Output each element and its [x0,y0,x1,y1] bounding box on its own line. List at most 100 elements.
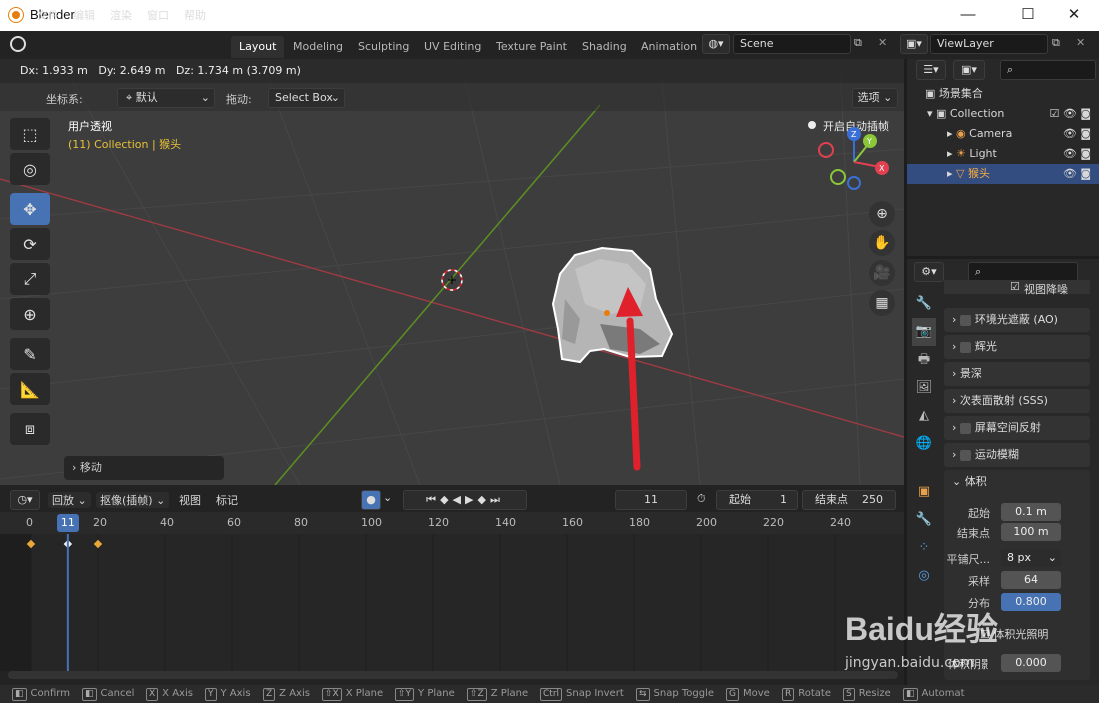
options-dropdown[interactable]: 选项 ⌄ [852,88,898,108]
annotate-tool-icon[interactable]: ✎ [10,338,50,370]
outliner-display-mode-icon[interactable]: ▣▾ [953,60,985,80]
menu-help[interactable]: 帮助 [184,7,206,23]
scale-tool-icon[interactable]: ⤢ [10,263,50,295]
close-button[interactable]: ✕ [1064,5,1084,25]
timeline-scrollbar[interactable] [8,671,898,679]
visibility-toggles[interactable]: 👁 ◙ [1063,164,1091,184]
panel-bloom[interactable]: › 辉光 [944,335,1090,359]
properties-search-input[interactable]: ⌕ [968,262,1078,282]
outliner-row-collection[interactable]: ▾ ▣ Collection ☑ 👁 ◙ [907,104,1099,124]
transform-tool-icon[interactable]: ⊕ [10,298,50,330]
ortho-grid-icon[interactable]: ▦ [869,290,895,316]
denoise-row[interactable]: ☑ 视图降噪 [944,280,1090,296]
axis-gizmo[interactable]: Z Y X [810,124,900,194]
stopwatch-icon[interactable]: ⏱ [697,492,706,506]
scene-tab-icon[interactable]: ◭ [912,402,936,430]
panel-ssr[interactable]: › 屏幕空间反射 [944,416,1090,440]
monkey-mesh[interactable] [551,246,674,364]
rotate-tool-icon[interactable]: ⟳ [10,228,50,260]
world-tab-icon[interactable]: 🌐 [912,430,936,458]
playback-controls[interactable]: ⏮◆◀▶◆⏭ [403,490,527,510]
timeline-view-menu[interactable]: 视图 [179,492,201,508]
viewlayer-browse-icon[interactable]: ▣▾ [900,34,928,54]
scene-browse-icon[interactable]: ◍▾ [702,34,730,54]
play-reverse-icon[interactable]: ◀ [453,493,465,506]
jump-end-icon[interactable]: ⏭ [490,493,504,506]
viewlayer-remove-icon[interactable]: ✕ [1076,36,1085,49]
viewlayer-copy-icon[interactable]: ⧉ [1052,36,1060,50]
cursor-tool-icon[interactable]: ◎ [10,153,50,185]
denoise-checkbox[interactable]: ☑ [1010,280,1020,293]
menu-window[interactable]: 窗口 [147,7,169,23]
viewlayer-name-field[interactable]: ViewLayer [930,34,1048,54]
outliner-editor-type-icon[interactable]: ☰▾ [916,60,946,80]
current-frame-field[interactable]: 11 [615,490,687,510]
tab-animation[interactable]: Animation [633,36,705,58]
tab-texture-paint[interactable]: Texture Paint [488,36,575,58]
outliner-row-monkey[interactable]: ▸ ▽ 猴头 👁 ◙ [907,164,1099,184]
prev-keyframe-icon[interactable]: ◆ [440,493,452,506]
tab-sculpting[interactable]: Sculpting [350,36,417,58]
camera-view-icon[interactable]: 🎥 [869,260,895,286]
minimize-button[interactable]: — [958,5,978,25]
render-tab-icon[interactable]: 📷 [912,318,936,346]
zoom-icon[interactable]: ⊕ [869,201,895,227]
panel-volumetrics-label[interactable]: 体积 [965,475,987,488]
coord-system-select[interactable]: ⌖ 默认 ⌄ [117,88,215,108]
panel-dof[interactable]: › 景深 [944,362,1090,386]
output-tab-icon[interactable]: 🖶 [912,346,936,374]
keying-menu[interactable]: 抠像(插帧) ⌄ [96,492,170,508]
measure-tool-icon[interactable]: 📐 [10,373,50,405]
keying-options-chevron-icon[interactable]: ⌄ [383,491,392,504]
jump-start-icon[interactable]: ⏮ [426,493,440,506]
visibility-toggles[interactable]: 👁 ◙ [1063,144,1091,164]
select-box-tool-icon[interactable]: ⬚ [10,118,50,150]
panel-ao[interactable]: › 环境光遮蔽 (AO) [944,308,1090,332]
vol-start-field[interactable]: 0.1 m [1001,503,1061,521]
outliner-row-scene-collection[interactable]: ▣ 场景集合 [907,84,1099,104]
menu-edit[interactable]: 编辑 [73,7,95,23]
last-operator-panel[interactable]: › 移动 [64,456,224,480]
properties-editor-type-icon[interactable]: ⚙▾ [914,262,944,282]
blender-menu-icon[interactable] [10,36,26,52]
editor-type-clock-icon[interactable]: ◷▾ [10,490,40,510]
menu-render[interactable]: 渲染 [110,7,132,23]
3d-viewport[interactable] [0,59,904,485]
visibility-toggles[interactable]: ☑ 👁 ◙ [1050,104,1092,124]
panel-motion-blur[interactable]: › 运动模糊 [944,443,1090,467]
add-cube-tool-icon[interactable]: ⧈ [10,413,50,445]
outliner-row-light[interactable]: ▸ ☀ Light 👁 ◙ [907,144,1099,164]
tab-uv-editing[interactable]: UV Editing [416,36,489,58]
view-layer-tab-icon[interactable]: 🖼 [912,374,936,402]
play-icon[interactable]: ▶ [465,493,477,506]
maximize-button[interactable]: ☐ [1018,5,1038,25]
timeline-marker-menu[interactable]: 标记 [216,492,238,508]
panel-sss[interactable]: › 次表面散射 (SSS) [944,389,1090,413]
vol-samples-field[interactable]: 64 [1001,571,1061,589]
scene-name-field[interactable]: Scene [733,34,851,54]
frame-ruler[interactable]: 0 20 40 60 80 100 120 140 160 180 200 220 240 11 [0,512,904,534]
drag-select[interactable]: Select Box ⌄ [268,88,345,108]
object-tab-icon[interactable]: ▣ [912,478,936,506]
tool-tab-icon[interactable]: 🔧 [912,290,936,318]
start-frame-field[interactable]: 起始 1 [716,490,798,510]
tab-layout[interactable]: Layout [231,36,285,58]
vol-end-field[interactable]: 100 m [1001,523,1061,541]
move-tool-icon[interactable]: ✥ [10,193,50,225]
vol-shadow-field[interactable]: 0.000 [1001,654,1061,672]
scene-remove-icon[interactable]: ✕ [878,36,887,49]
scene-copy-icon[interactable]: ⧉ [854,36,862,50]
tab-shading[interactable]: Shading [574,36,635,58]
playhead-frame-badge[interactable]: 11 [56,514,79,532]
visibility-toggles[interactable]: 👁 ◙ [1063,124,1091,144]
vol-tile-select[interactable]: 8 px ⌄ [1001,549,1061,567]
outliner-search-input[interactable]: ⌕ [1000,60,1096,80]
playback-menu[interactable]: 回放 ⌄ [48,492,91,508]
pan-hand-icon[interactable]: ✋ [869,230,895,256]
vol-dist-slider[interactable]: 0.800 [1001,593,1061,611]
tab-modeling[interactable]: Modeling [285,36,351,58]
menu-file[interactable]: 文件 [37,7,59,23]
end-frame-field[interactable]: 结束点 250 [802,490,896,510]
record-icon[interactable]: ● [361,490,381,510]
keyframe-tracks[interactable] [0,534,904,671]
